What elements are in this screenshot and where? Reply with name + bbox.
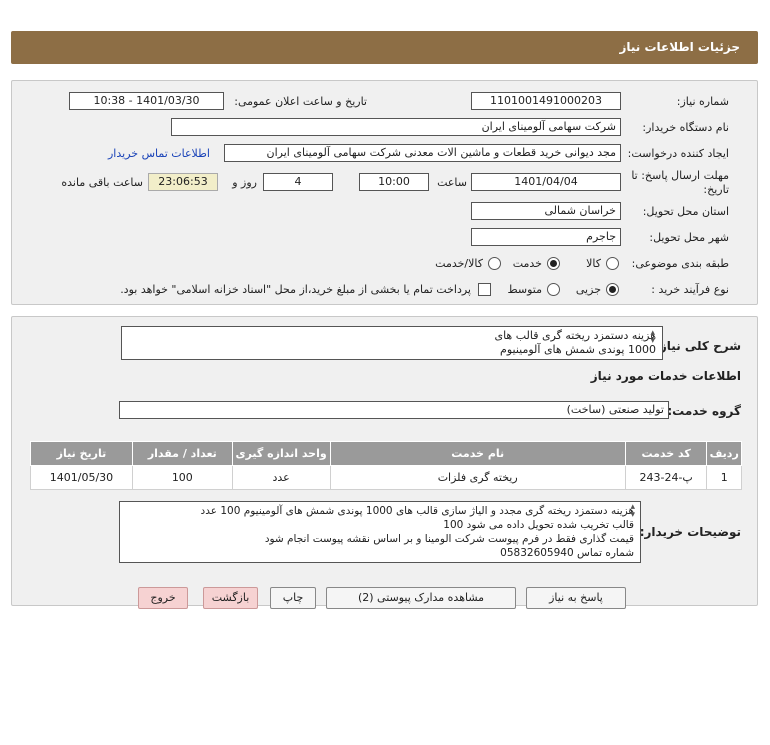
back-button[interactable]: بازگشت: [203, 587, 258, 609]
col-unit: واحد اندازه گیری: [231, 441, 331, 466]
city-field: جاجرم: [471, 228, 621, 246]
treasury-checkbox[interactable]: [478, 283, 491, 296]
print-button[interactable]: چاپ: [270, 587, 316, 609]
col-service-code: کد خدمت: [624, 441, 708, 466]
requester-label: ایجاد کننده درخواست:: [627, 147, 729, 160]
remaining-time-field: 23:06:53: [148, 173, 218, 191]
summary-line-2: 1000 پوندی شمش های آلومینیوم: [500, 343, 656, 356]
summary-label: شرح کلی نیاز:: [655, 339, 741, 353]
deadline-label-date: تاریخ:: [703, 183, 729, 196]
need-info-panel: شماره نیاز: 1101001491000203 تاریخ و ساع…: [11, 80, 758, 305]
buyer-notes-label: توضیحات خریدار:: [639, 525, 741, 539]
buyer-notes-line-1: هزینه دستمزد ریخته گری مجدد و الیاژ سازی…: [200, 505, 634, 517]
table-header-row: ردیف کد خدمت نام خدمت واحد اندازه گیری ت…: [30, 441, 742, 466]
view-attachments-button[interactable]: مشاهده مدارک پیوستی (2): [326, 587, 516, 609]
summary-line-1: هزینه دستمزد ریخته گری قالب های: [494, 329, 656, 342]
exit-button[interactable]: خروج: [138, 587, 188, 609]
category-radio-goods-service[interactable]: [488, 257, 501, 270]
reply-button[interactable]: پاسخ به نیاز: [526, 587, 626, 609]
cell-service-name: ریخته گری فلزات: [329, 465, 626, 490]
cell-service-code: پ-24-243: [624, 465, 708, 490]
cell-row: 1: [706, 465, 742, 490]
purchase-radio-minor[interactable]: [606, 283, 619, 296]
category-option-goods-service: کالا/خدمت: [435, 257, 483, 270]
notes-scroll-arrows[interactable]: ▴ ▾: [630, 503, 635, 520]
summary-textarea: هزینه دستمزد ریخته گری قالب های 1000 پون…: [121, 326, 663, 360]
category-option-service: خدمت: [512, 257, 542, 270]
category-radio-service[interactable]: [547, 257, 560, 270]
buyer-notes-line-3: قیمت گذاری فقط در فرم پیوست شرکت الومینا…: [264, 533, 634, 545]
deadline-label: مهلت ارسال پاسخ: تا: [631, 169, 729, 182]
category-option-goods: کالا: [586, 257, 601, 270]
col-need-date: تاریخ نیاز: [30, 441, 133, 466]
remaining-days-field: 4: [263, 173, 333, 191]
buyer-notes-textarea: هزینه دستمزد ریخته گری مجدد و الیاژ سازی…: [119, 501, 641, 563]
province-label: استان محل تحویل:: [642, 205, 729, 218]
need-details-panel: شرح کلی نیاز: هزینه دستمزد ریخته گری قال…: [11, 316, 758, 606]
cell-need-date: 1401/05/30: [30, 465, 133, 490]
buyer-org-label: نام دستگاه خریدار:: [642, 121, 729, 134]
requester-field: مجد دیوانی خرید قطعات و ماشین الات معدنی…: [224, 144, 621, 162]
purchase-type-label: نوع فرآیند خرید :: [651, 283, 729, 296]
textarea-scroll-arrows[interactable]: ▴ ▾: [650, 329, 655, 346]
buyer-contact-link[interactable]: اطلاعات تماس خریدار: [108, 147, 210, 160]
province-field: خراسان شمالی: [471, 202, 621, 220]
col-row: ردیف: [706, 441, 742, 466]
service-group-field: تولید صنعتی (ساخت): [119, 401, 669, 419]
category-radio-goods[interactable]: [606, 257, 619, 270]
deadline-date-field: 1401/04/04: [471, 173, 621, 191]
services-heading: اطلاعات خدمات مورد نیاز: [590, 369, 741, 383]
purchase-option-minor: جزیی: [575, 283, 601, 296]
city-label: شهر محل تحویل:: [649, 231, 729, 244]
treasury-text: پرداخت تمام یا بخشی از مبلغ خرید،از محل …: [120, 283, 471, 296]
buyer-org-field: شرکت سهامی آلومینای ایران: [171, 118, 621, 136]
cell-unit: عدد: [231, 465, 331, 490]
need-number-field: 1101001491000203: [471, 92, 621, 110]
services-table: ردیف کد خدمت نام خدمت واحد اندازه گیری ت…: [30, 441, 742, 490]
purchase-option-medium: متوسط: [507, 283, 542, 296]
buyer-notes-line-2: قالب تخریب شده تحویل داده می شود 100: [443, 519, 634, 531]
page-header: جزئیات اطلاعات نیاز: [11, 31, 758, 64]
category-label: طبقه بندی موضوعی:: [631, 257, 729, 270]
need-number-label: شماره نیاز:: [676, 95, 729, 108]
buyer-notes-line-4: شماره تماس 05832605940: [500, 547, 634, 559]
remaining-label: ساعت باقی مانده: [61, 176, 143, 189]
col-service-name: نام خدمت: [329, 441, 626, 466]
announce-datetime-label: تاریخ و ساعت اعلان عمومی:: [234, 95, 367, 108]
deadline-time-label: ساعت: [437, 176, 467, 189]
purchase-radio-medium[interactable]: [547, 283, 560, 296]
days-label: روز و: [232, 176, 257, 189]
announce-datetime-field: 1401/03/30 - 10:38: [69, 92, 224, 110]
service-group-label: گروه خدمت:: [667, 404, 741, 418]
table-row[interactable]: 1 پ-24-243 ریخته گری فلزات عدد 100 1401/…: [30, 465, 742, 490]
page-title: جزئیات اطلاعات نیاز: [619, 40, 740, 54]
deadline-time-field: 10:00: [359, 173, 429, 191]
col-quantity: تعداد / مقدار: [131, 441, 233, 466]
cell-quantity: 100: [131, 465, 233, 490]
